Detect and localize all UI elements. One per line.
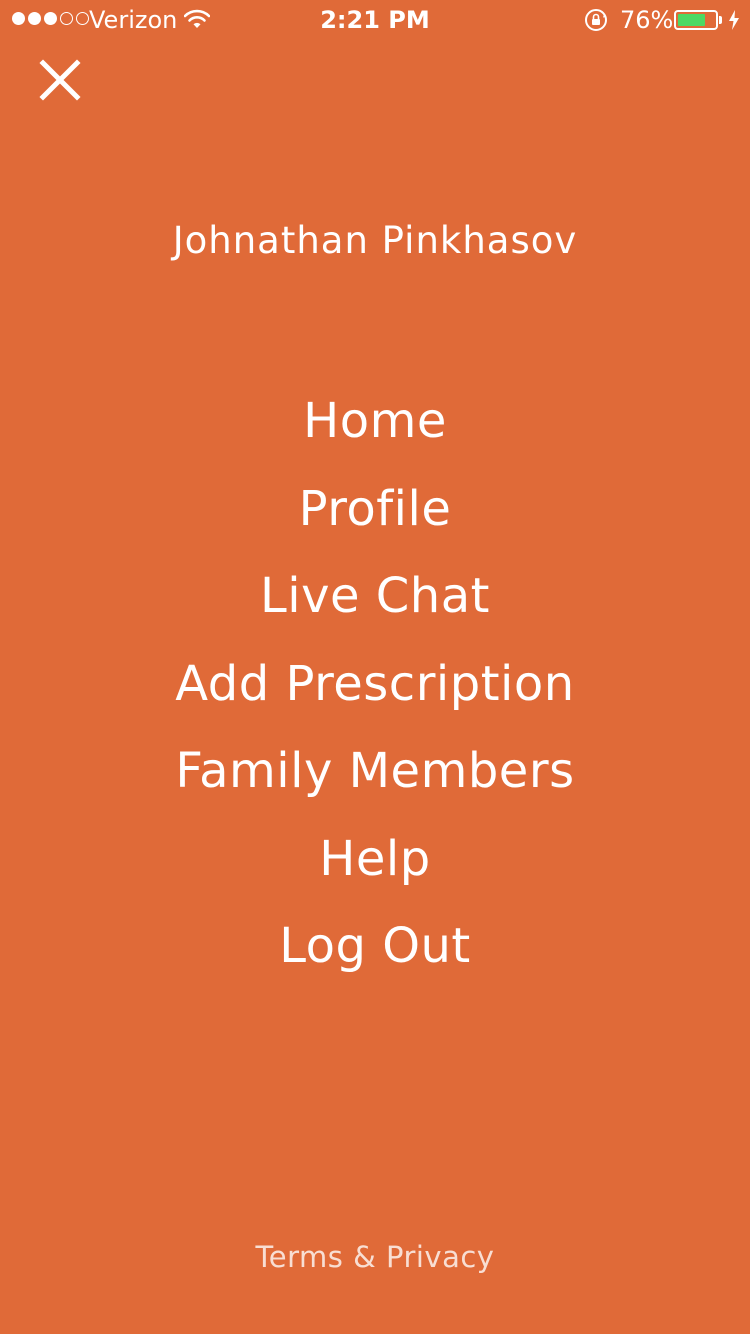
menu-item-label: Home bbox=[303, 393, 447, 449]
close-icon bbox=[39, 59, 81, 101]
battery-percent: 76% bbox=[620, 6, 674, 34]
menu-item-label: Family Members bbox=[175, 743, 575, 799]
menu-item-profile[interactable]: Profile bbox=[0, 466, 750, 554]
menu-item-help[interactable]: Help bbox=[0, 816, 750, 904]
user-name: Johnathan Pinkhasov bbox=[172, 219, 578, 262]
menu-item-label: Help bbox=[319, 830, 431, 887]
menu-item-label: Live Chat bbox=[260, 568, 490, 624]
menu-item-add-prescription[interactable]: Add Prescription bbox=[0, 641, 750, 729]
menu-item-home[interactable]: Home bbox=[0, 378, 750, 466]
terms-privacy-link[interactable]: Terms & Privacy bbox=[0, 1238, 750, 1276]
battery-icon bbox=[674, 10, 718, 30]
status-bar: Verizon 2:21 PM 76% bbox=[0, 0, 750, 40]
rotation-lock-icon bbox=[585, 9, 607, 31]
battery-level-fill bbox=[678, 14, 706, 26]
nav-menu: Home Profile Live Chat Add Prescription … bbox=[0, 378, 750, 991]
battery-cap bbox=[719, 16, 722, 24]
menu-item-log-out[interactable]: Log Out bbox=[0, 903, 750, 991]
menu-item-label: Profile bbox=[298, 480, 452, 537]
close-button[interactable] bbox=[30, 50, 90, 110]
menu-item-label: Add Prescription bbox=[175, 655, 575, 712]
menu-item-live-chat[interactable]: Live Chat bbox=[0, 553, 750, 641]
menu-item-family-members[interactable]: Family Members bbox=[0, 728, 750, 816]
menu-item-label: Log Out bbox=[279, 918, 471, 974]
charging-bolt-icon bbox=[729, 10, 739, 30]
